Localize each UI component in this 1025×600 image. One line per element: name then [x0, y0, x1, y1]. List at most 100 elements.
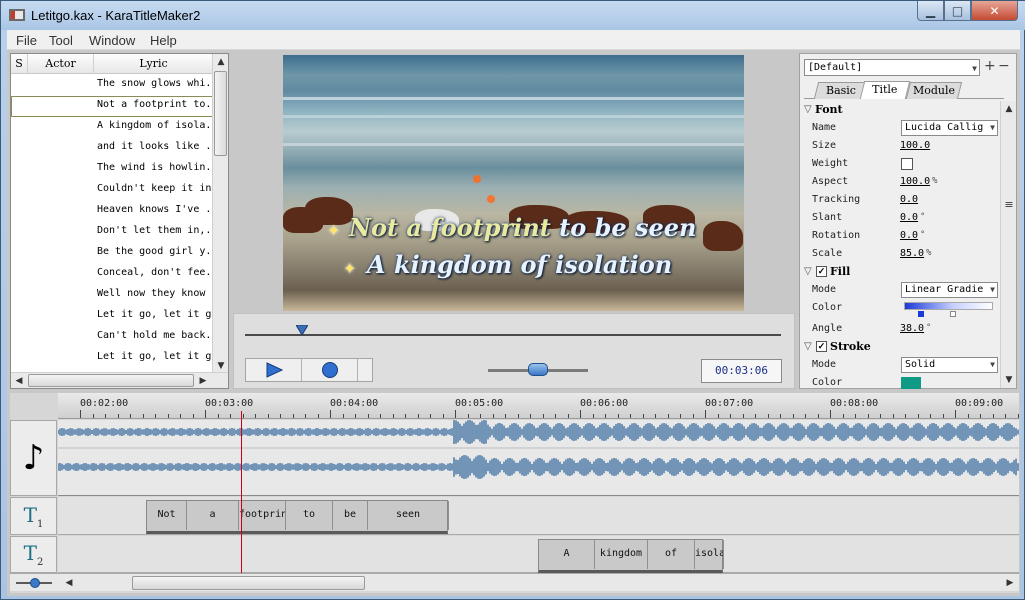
word-segment[interactable]: isolation	[695, 540, 724, 569]
seek-bar[interactable]	[245, 334, 781, 336]
tick-mark	[717, 414, 719, 418]
lyric-row[interactable]: and it looks like .	[11, 138, 213, 159]
section-fill[interactable]: ▽ ✓ Fill	[800, 263, 1000, 281]
maximize-button[interactable]: □	[944, 1, 971, 21]
zoom-slider-knob[interactable]	[30, 578, 40, 588]
scroll-thumb[interactable]	[214, 71, 227, 156]
column-header-lyric[interactable]: Lyric	[94, 54, 213, 74]
menu-file[interactable]: File	[16, 33, 37, 48]
section-checkbox[interactable]: ✓	[816, 266, 827, 277]
menu-help[interactable]: Help	[150, 33, 177, 48]
lyric-row[interactable]: Couldn't keep it in	[11, 180, 213, 201]
column-header-actor[interactable]: Actor	[28, 54, 94, 74]
lyric-row[interactable]: Don't let them in,.	[11, 222, 213, 243]
scroll-thumb[interactable]	[28, 374, 194, 387]
menu-tool[interactable]: Tool	[49, 33, 73, 48]
playhead[interactable]	[241, 411, 242, 573]
word-segment[interactable]: to	[286, 501, 333, 530]
title-block[interactable]: Akingdomofisolation	[538, 539, 724, 573]
tab-module[interactable]: Module	[905, 82, 963, 99]
scroll-up-icon[interactable]: ▲	[213, 54, 229, 70]
title-track-1[interactable]: Notafootprinttobeseen	[58, 497, 1019, 535]
volume-slider-knob[interactable]	[528, 363, 548, 376]
stroke-color-swatch[interactable]	[901, 377, 921, 389]
scroll-left-icon[interactable]: ◀	[61, 575, 77, 591]
word-segment[interactable]: A	[539, 540, 595, 569]
scroll-grip-icon[interactable]: ≡	[1001, 197, 1017, 213]
lyric-row[interactable]: Well now they know	[11, 285, 213, 306]
collapse-icon[interactable]: ▽	[804, 266, 812, 277]
lyric-row[interactable]: Let it go, let it g	[11, 306, 213, 327]
property-select[interactable]: Lucida Callig ▼	[901, 120, 998, 136]
tick-mark	[742, 414, 744, 418]
lyric-row[interactable]: Can't hold me back.	[11, 327, 213, 348]
word-segment[interactable]: kingdom	[595, 540, 648, 569]
lyric-row[interactable]: Not a footprint to.	[11, 96, 213, 117]
property-value[interactable]: 0.0	[900, 230, 918, 241]
property-value[interactable]: 38.0	[900, 323, 924, 334]
section-stroke[interactable]: ▽ ✓ Stroke	[800, 338, 1000, 356]
scroll-left-icon[interactable]: ◀	[11, 373, 27, 389]
close-button[interactable]: ✕	[971, 1, 1018, 21]
collapse-icon[interactable]: ▽	[804, 341, 812, 352]
property-value[interactable]: 100.0	[900, 140, 930, 151]
lyric-vertical-scrollbar[interactable]: ▲ ▼	[212, 54, 228, 374]
word-segment[interactable]: Not	[147, 501, 187, 530]
seek-knob-icon[interactable]	[296, 325, 308, 335]
lyric-row[interactable]: Heaven knows I've .	[11, 201, 213, 222]
property-value[interactable]: 100.0	[900, 176, 930, 187]
lyric-text: Let it go, let it g	[97, 351, 211, 362]
collapse-icon[interactable]: ▽	[804, 104, 812, 115]
section-checkbox[interactable]: ✓	[816, 341, 827, 352]
word-segment[interactable]: a	[187, 501, 239, 530]
play-button[interactable]	[246, 359, 302, 381]
play-icon	[266, 362, 283, 378]
word-segment[interactable]: footprint	[239, 501, 286, 530]
audio-track-header[interactable]: ♪	[10, 420, 57, 496]
property-select[interactable]: Linear Gradie ▼	[901, 282, 998, 298]
lyric-row[interactable]: A kingdom of isola.	[11, 117, 213, 138]
property-row: Name Lucida Callig ▼	[800, 119, 1000, 137]
preset-select[interactable]: [Default] ▼	[804, 59, 980, 76]
scroll-down-icon[interactable]: ▼	[1001, 372, 1017, 388]
scroll-right-icon[interactable]: ▶	[195, 373, 211, 389]
lyric-row[interactable]: Let it go, let it g	[11, 348, 213, 369]
word-segment[interactable]: seen	[368, 501, 449, 530]
audio-track[interactable]	[58, 420, 1019, 496]
weight-checkbox[interactable]	[901, 158, 913, 170]
lyric-row[interactable]: Conceal, don't fee.	[11, 264, 213, 285]
lyric-horizontal-scrollbar[interactable]: ◀ ▶	[11, 372, 228, 388]
gradient-editor[interactable]	[904, 302, 993, 310]
property-select[interactable]: Solid ▼	[901, 357, 998, 373]
gradient-stop-marker[interactable]	[918, 311, 924, 317]
properties-scrollbar[interactable]: ▲ ≡ ▼	[1000, 101, 1016, 388]
title-track-2-header[interactable]: T2	[10, 536, 57, 573]
property-value[interactable]: 0.0	[900, 194, 918, 205]
tab-title[interactable]: Title	[859, 81, 911, 99]
section-label: Font	[815, 103, 843, 116]
timeline-scroll-thumb[interactable]	[132, 576, 365, 590]
tick-mark	[1017, 414, 1019, 418]
time-ruler[interactable]: 00:02:00 00:03:00 00:04:00 00:05:00 00:06:00…	[58, 393, 1019, 419]
record-button[interactable]	[302, 359, 358, 381]
word-segment[interactable]: of	[648, 540, 695, 569]
menu-window[interactable]: Window	[89, 33, 135, 48]
remove-preset-icon[interactable]: −	[998, 58, 1010, 74]
minimize-button[interactable]: ▁	[917, 1, 944, 21]
column-header-s[interactable]: S	[11, 54, 28, 74]
chevron-down-icon: ▼	[990, 358, 995, 372]
title-track-1-header[interactable]: T1	[10, 497, 57, 535]
property-value[interactable]: 0.0	[900, 212, 918, 223]
title-track-2[interactable]: Akingdomofisolation	[58, 536, 1019, 573]
title-block[interactable]: Notafootprinttobeseen	[146, 500, 449, 534]
lyric-row[interactable]: Be the good girl y.	[11, 243, 213, 264]
lyric-row[interactable]: The snow glows whi.	[11, 75, 213, 96]
word-segment[interactable]: be	[333, 501, 368, 530]
section-font[interactable]: ▽ Font	[800, 101, 1000, 119]
scroll-up-icon[interactable]: ▲	[1001, 101, 1017, 117]
add-preset-icon[interactable]: +	[984, 58, 996, 74]
scroll-right-icon[interactable]: ▶	[1002, 575, 1018, 591]
gradient-stop-marker[interactable]	[950, 311, 956, 317]
property-value[interactable]: 85.0	[900, 248, 924, 259]
lyric-row[interactable]: The wind is howlin.	[11, 159, 213, 180]
